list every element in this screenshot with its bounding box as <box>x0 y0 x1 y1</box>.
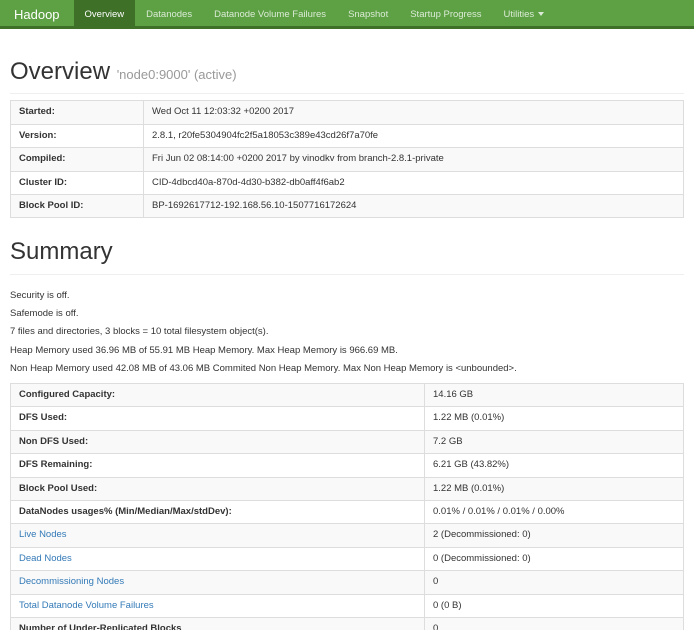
summary-header: Summary <box>10 239 684 274</box>
row-label-number-of-under-replicated-blocks: Number of Under-Replicated Blocks <box>11 618 425 630</box>
row-label-datanodes-usages-min-median-max-stddev: DataNodes usages% (Min/Median/Max/stdDev… <box>11 500 425 523</box>
table-row-block-pool-used: Block Pool Used:1.22 MB (0.01%) <box>11 477 684 500</box>
row-value-version: 2.8.1, r20fe5304904fc2f5a18053c389e43cd2… <box>144 124 684 147</box>
row-value-non-dfs-used: 7.2 GB <box>425 430 684 453</box>
row-value-block-pool-used: 1.22 MB (0.01%) <box>425 477 684 500</box>
table-row-version: Version:2.8.1, r20fe5304904fc2f5a18053c3… <box>11 124 684 147</box>
nav-item-startup-progress[interactable]: Startup Progress <box>399 0 492 26</box>
row-label-non-dfs-used: Non DFS Used: <box>11 430 425 453</box>
overview-table-body: Started:Wed Oct 11 12:03:32 +0200 2017Ve… <box>11 101 684 218</box>
navbar: Hadoop OverviewDatanodesDatanode Volume … <box>0 0 694 29</box>
row-value-dead-nodes: 0 (Decommissioned: 0) <box>425 547 684 570</box>
nav-item-datanode-volume-failures[interactable]: Datanode Volume Failures <box>203 0 337 26</box>
nav-item-snapshot[interactable]: Snapshot <box>337 0 399 26</box>
summary-paragraph-3: 7 files and directories, 3 blocks = 10 t… <box>10 327 684 337</box>
table-row-number-of-under-replicated-blocks: Number of Under-Replicated Blocks0 <box>11 618 684 630</box>
summary-paragraph-1: Security is off. <box>10 291 684 301</box>
row-label-total-datanode-volume-failures: Total Datanode Volume Failures <box>11 594 425 617</box>
row-label-dfs-remaining: DFS Remaining: <box>11 454 425 477</box>
table-row-started: Started:Wed Oct 11 12:03:32 +0200 2017 <box>11 101 684 124</box>
row-value-started: Wed Oct 11 12:03:32 +0200 2017 <box>144 101 684 124</box>
table-row-dead-nodes: Dead Nodes 0 (Decommissioned: 0) <box>11 547 684 570</box>
table-row-live-nodes: Live Nodes 2 (Decommissioned: 0) <box>11 524 684 547</box>
overview-table: Started:Wed Oct 11 12:03:32 +0200 2017Ve… <box>10 100 684 218</box>
summary-paragraph-5: Non Heap Memory used 42.08 MB of 43.06 M… <box>10 364 684 374</box>
row-value-block-pool-id: BP-1692617712-192.168.56.10-150771617262… <box>144 194 684 217</box>
link-live-nodes[interactable]: Live Nodes <box>19 529 67 540</box>
link-total-datanode-volume-failures[interactable]: Total Datanode Volume Failures <box>19 600 154 611</box>
table-row-decommissioning-nodes: Decommissioning Nodes 0 <box>11 571 684 594</box>
nav-item-utilities[interactable]: Utilities <box>493 0 556 26</box>
nav-link-overview[interactable]: Overview <box>74 0 136 29</box>
navbar-menu: OverviewDatanodesDatanode Volume Failure… <box>74 0 556 26</box>
row-value-live-nodes: 2 (Decommissioned: 0) <box>425 524 684 547</box>
brand-link[interactable]: Hadoop <box>0 0 74 26</box>
table-row-block-pool-id: Block Pool ID:BP-1692617712-192.168.56.1… <box>11 194 684 217</box>
table-row-datanodes-usages-min-median-max-stddev: DataNodes usages% (Min/Median/Max/stdDev… <box>11 500 684 523</box>
row-label-decommissioning-nodes: Decommissioning Nodes <box>11 571 425 594</box>
nav-item-overview[interactable]: Overview <box>74 0 136 26</box>
link-decommissioning-nodes[interactable]: Decommissioning Nodes <box>19 576 124 587</box>
summary-paragraph-4: Heap Memory used 36.96 MB of 55.91 MB He… <box>10 346 684 356</box>
table-row-compiled: Compiled:Fri Jun 02 08:14:00 +0200 2017 … <box>11 148 684 171</box>
row-value-total-datanode-volume-failures: 0 (0 B) <box>425 594 684 617</box>
nav-link-datanodes[interactable]: Datanodes <box>135 0 203 29</box>
summary-table-body: Configured Capacity:14.16 GBDFS Used:1.2… <box>11 383 684 630</box>
namenode-address: 'node0:9000' (active) <box>117 67 237 82</box>
row-label-cluster-id: Cluster ID: <box>11 171 144 194</box>
row-value-decommissioning-nodes: 0 <box>425 571 684 594</box>
table-row-configured-capacity: Configured Capacity:14.16 GB <box>11 383 684 406</box>
row-value-datanodes-usages-min-median-max-stddev: 0.01% / 0.01% / 0.01% / 0.00% <box>425 500 684 523</box>
row-value-dfs-remaining: 6.21 GB (43.82%) <box>425 454 684 477</box>
row-label-live-nodes: Live Nodes <box>11 524 425 547</box>
row-value-cluster-id: CID-4dbcd40a-870d-4d30-b382-db0aff4f6ab2 <box>144 171 684 194</box>
page-title-overview: Overview 'node0:9000' (active) <box>10 59 684 84</box>
row-label-block-pool-used: Block Pool Used: <box>11 477 425 500</box>
row-label-compiled: Compiled: <box>11 148 144 171</box>
row-label-dfs-used: DFS Used: <box>11 407 425 430</box>
summary-paragraph-2: Safemode is off. <box>10 309 684 319</box>
row-label-configured-capacity: Configured Capacity: <box>11 383 425 406</box>
nav-link-startup-progress[interactable]: Startup Progress <box>399 0 492 29</box>
table-row-total-datanode-volume-failures: Total Datanode Volume Failures 0 (0 B) <box>11 594 684 617</box>
nav-link-snapshot[interactable]: Snapshot <box>337 0 399 29</box>
nav-link-datanode-volume-failures[interactable]: Datanode Volume Failures <box>203 0 337 29</box>
table-row-dfs-remaining: DFS Remaining:6.21 GB (43.82%) <box>11 454 684 477</box>
nav-item-datanodes[interactable]: Datanodes <box>135 0 203 26</box>
table-row-non-dfs-used: Non DFS Used:7.2 GB <box>11 430 684 453</box>
row-label-block-pool-id: Block Pool ID: <box>11 194 144 217</box>
nav-link-utilities[interactable]: Utilities <box>493 0 556 29</box>
row-value-configured-capacity: 14.16 GB <box>425 383 684 406</box>
caret-down-icon <box>538 12 544 16</box>
summary-table: Configured Capacity:14.16 GBDFS Used:1.2… <box>10 383 684 630</box>
summary-paragraphs: Security is off. Safemode is off. 7 files … <box>10 291 684 375</box>
row-label-version: Version: <box>11 124 144 147</box>
table-row-cluster-id: Cluster ID:CID-4dbcd40a-870d-4d30-b382-d… <box>11 171 684 194</box>
row-value-compiled: Fri Jun 02 08:14:00 +0200 2017 by vinodk… <box>144 148 684 171</box>
overview-header: Overview 'node0:9000' (active) <box>10 59 684 94</box>
content: Overview 'node0:9000' (active) Started:W… <box>0 59 694 630</box>
table-row-dfs-used: DFS Used:1.22 MB (0.01%) <box>11 407 684 430</box>
row-label-dead-nodes: Dead Nodes <box>11 547 425 570</box>
page-title-summary: Summary <box>10 239 684 264</box>
overview-title-text: Overview <box>10 58 110 85</box>
row-value-dfs-used: 1.22 MB (0.01%) <box>425 407 684 430</box>
row-value-number-of-under-replicated-blocks: 0 <box>425 618 684 630</box>
link-dead-nodes[interactable]: Dead Nodes <box>19 553 72 564</box>
row-label-started: Started: <box>11 101 144 124</box>
